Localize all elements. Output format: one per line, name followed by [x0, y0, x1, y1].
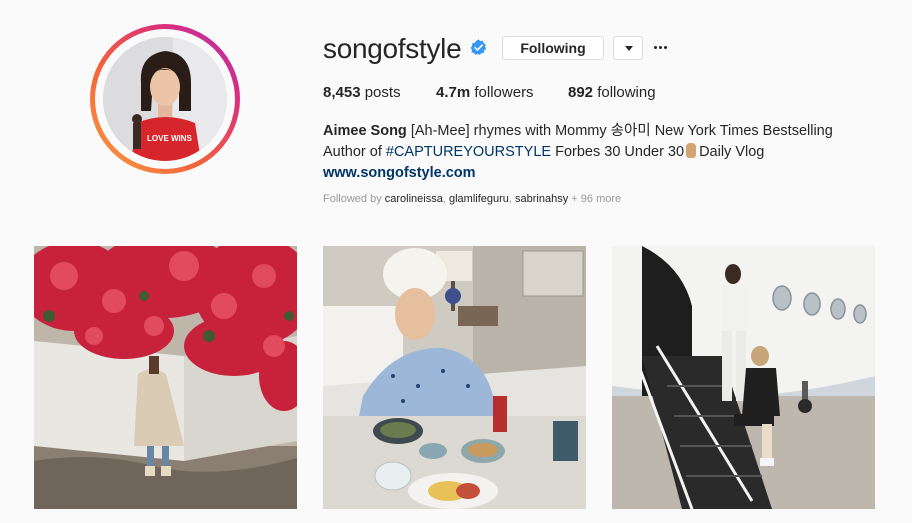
more-options-icon[interactable] — [654, 46, 668, 50]
verified-badge-icon — [470, 39, 487, 55]
post-thumbnail[interactable] — [34, 246, 297, 509]
pointing-hand-emoji-icon — [686, 143, 697, 158]
bio-line-2-suffix: Forbes 30 Under 30 — [555, 144, 685, 160]
followed-by-more[interactable]: + 96 more — [571, 193, 621, 205]
followed-by-account[interactable]: carolineissa — [385, 193, 443, 205]
followers-link[interactable]: 4.7m followers — [436, 84, 534, 102]
followers-label: followers — [474, 84, 534, 101]
followed-by-prefix: Followed by — [323, 193, 382, 205]
profile-username: songofstyle — [323, 33, 462, 64]
following-label: following — [597, 84, 656, 101]
avatar[interactable]: LOVE WINS — [103, 37, 227, 161]
followed-by-account[interactable]: glamlifeguru — [449, 193, 509, 205]
chevron-down-icon — [625, 46, 633, 51]
followers-count: 4.7m — [436, 84, 471, 101]
suggestions-dropdown-button[interactable] — [613, 36, 643, 60]
post-thumbnail[interactable] — [612, 246, 875, 509]
website-link[interactable]: www.songofstyle.com — [323, 165, 476, 181]
hashtag-link[interactable]: #CAPTUREYOURSTYLE — [386, 144, 551, 160]
followed-by[interactable]: Followed by carolineissa, glamlifeguru, … — [323, 193, 621, 205]
posts-count: 8,453 — [323, 84, 361, 101]
profile-bio: Aimee Song [Ah-Mee] rhymes with Mommy 송아… — [323, 121, 883, 184]
following-count: 892 — [568, 84, 594, 101]
avatar-shirt-text: LOVE WINS — [147, 134, 193, 143]
posts-label: posts — [364, 84, 401, 101]
profile-full-name: Aimee Song — [323, 123, 407, 139]
following-link[interactable]: 892 following — [568, 84, 656, 102]
bio-line-1: [Ah-Mee] rhymes with Mommy 송아미 New York … — [410, 123, 833, 139]
followed-by-account[interactable]: sabrinahsy — [515, 193, 568, 205]
following-button[interactable]: Following — [502, 36, 604, 60]
bio-line-2-end: Daily Vlog — [699, 144, 765, 160]
posts-stat: 8,453 posts — [323, 84, 401, 102]
post-thumbnail[interactable] — [323, 246, 586, 509]
bio-line-2-prefix: Author of — [323, 144, 382, 160]
profile-avatar-ring[interactable]: LOVE WINS — [90, 24, 240, 174]
